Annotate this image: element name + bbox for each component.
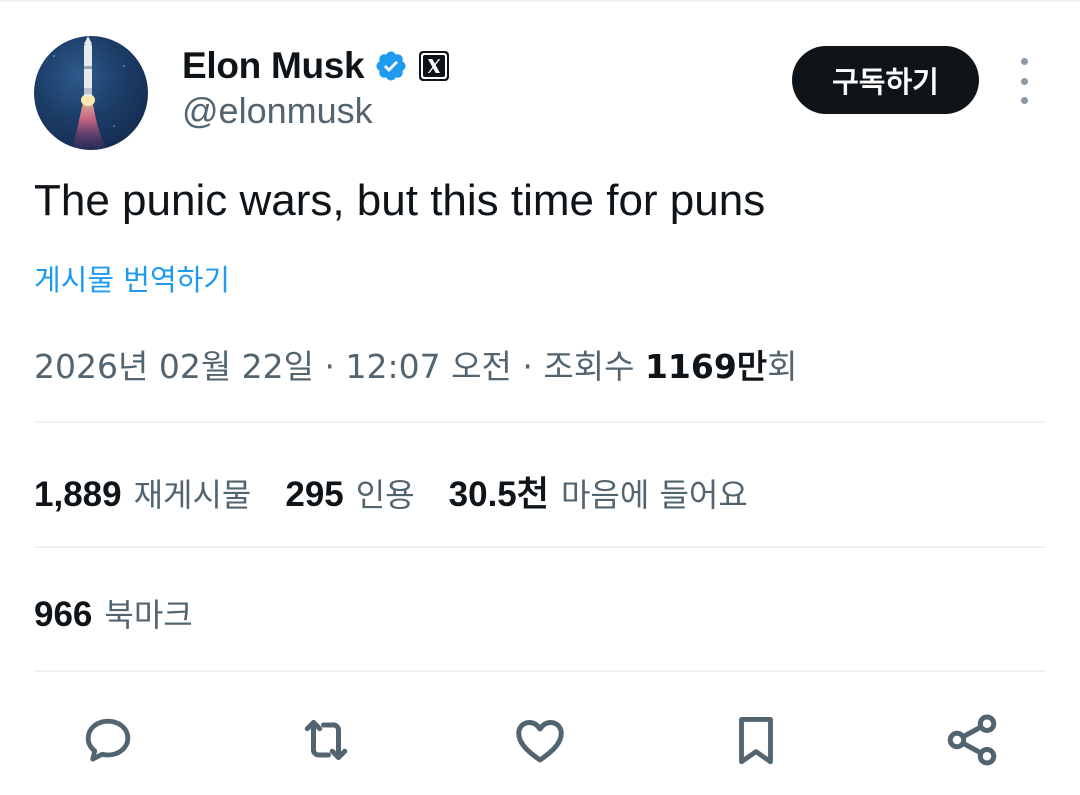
- author-name[interactable]: Elon Musk: [182, 45, 365, 87]
- views-label: 조회수: [543, 347, 635, 386]
- views-count[interactable]: 1169만: [645, 347, 767, 386]
- engagement-stats: 1,889 재게시물 295 인용 30.5천 마음에 들어요: [34, 466, 782, 517]
- x-affiliate-badge-icon: [418, 50, 450, 82]
- meta-separator: ·: [324, 347, 336, 386]
- divider: [34, 421, 1046, 423]
- verified-badge-icon: [374, 49, 408, 83]
- reposts-label: 재게시물: [133, 476, 252, 514]
- repost-icon[interactable]: [294, 708, 358, 772]
- more-vertical-icon[interactable]: [1006, 58, 1042, 104]
- more-dot: [1020, 97, 1028, 104]
- meta-separator: ·: [522, 347, 533, 386]
- translate-post-link[interactable]: 게시물 번역하기: [34, 257, 230, 299]
- tweet-date[interactable]: 2026년 02월 22일: [34, 347, 314, 386]
- reposts-count: 1,889: [34, 475, 122, 514]
- divider: [34, 670, 1046, 672]
- tweet-time[interactable]: 12:07 오전: [346, 347, 512, 386]
- more-dot: [1020, 77, 1028, 85]
- bookmarks-count: 966: [34, 595, 93, 634]
- quotes-label: 인용: [355, 476, 415, 514]
- bookmarks-stat[interactable]: 966 북마크: [34, 590, 193, 636]
- like-icon[interactable]: [508, 708, 572, 772]
- avatar[interactable]: [34, 36, 148, 150]
- subscribe-button[interactable]: 구독하기: [792, 46, 979, 114]
- author-name-row: Elon Musk: [182, 44, 450, 88]
- tweet-meta: 2026년 02월 22일 · 12:07 오전 · 조회수 1169만회: [34, 340, 798, 388]
- reply-icon[interactable]: [76, 708, 140, 772]
- tweet-text: The punic wars, but this time for puns: [34, 176, 766, 225]
- likes-stat[interactable]: 30.5천 마음에 들어요: [449, 466, 748, 517]
- share-icon[interactable]: [940, 708, 1004, 772]
- quotes-stat[interactable]: 295 인용: [285, 470, 414, 516]
- author-handle[interactable]: @elonmusk: [182, 90, 373, 132]
- reposts-stat[interactable]: 1,889 재게시물: [34, 470, 251, 516]
- quotes-count: 295: [285, 475, 344, 514]
- action-bar: [0, 708, 1080, 772]
- tweet-detail-page: Elon Musk @elonmusk 구독하기 The punic wars,…: [0, 0, 1080, 795]
- bookmarks-label: 북마크: [104, 596, 193, 634]
- likes-count: 30.5천: [448, 475, 549, 514]
- likes-label: 마음에 들어요: [560, 476, 748, 514]
- views-suffix: 회: [767, 347, 798, 386]
- rocket-launch-icon: [53, 36, 125, 150]
- top-divider: [0, 0, 1080, 2]
- divider: [34, 546, 1046, 548]
- bookmark-icon[interactable]: [724, 708, 788, 772]
- more-dot: [1020, 58, 1028, 65]
